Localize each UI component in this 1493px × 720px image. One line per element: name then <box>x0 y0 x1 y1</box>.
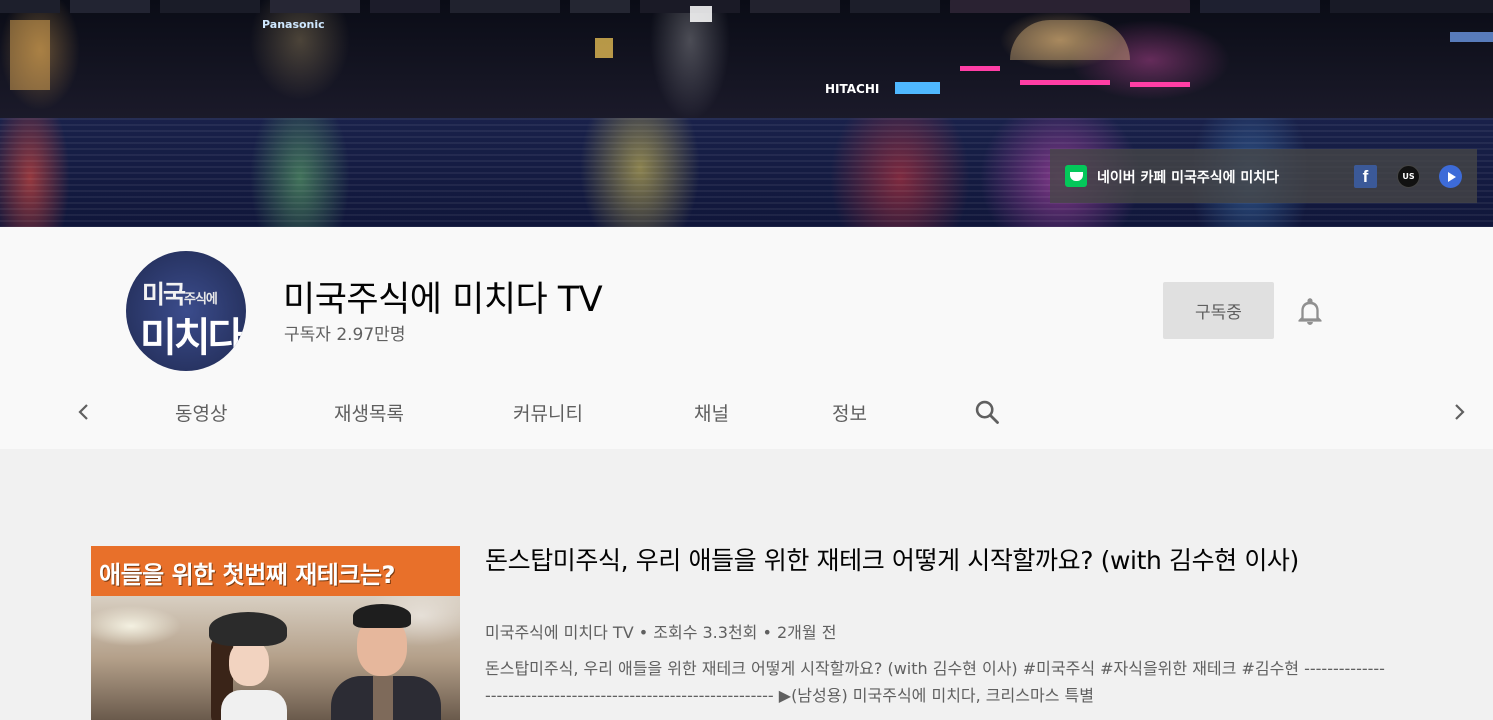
tab-about[interactable]: 정보 <box>832 399 867 426</box>
channel-tabs: 동영상 재생목록 커뮤니티 채널 정보 <box>0 387 1493 437</box>
panasonic-sign: Panasonic <box>262 18 325 31</box>
search-icon[interactable] <box>970 395 1004 429</box>
featured-video-meta: 미국주식에 미치다 TV • 조회수 3.3천회 • 2개월 전 <box>485 623 837 642</box>
banner-skyline: Panasonic HITACHI <box>0 0 1493 120</box>
tabs-right-arrow-icon[interactable] <box>1444 397 1474 427</box>
subscriber-count: 구독자 2.97만명 <box>284 325 406 345</box>
tab-channels[interactable]: 채널 <box>694 399 729 426</box>
tab-playlists[interactable]: 재생목록 <box>334 399 404 426</box>
channel-name: 미국주식에 미치다 TV <box>283 280 603 320</box>
naver-cafe-icon[interactable] <box>1065 165 1087 187</box>
notification-bell-icon[interactable] <box>1292 293 1328 329</box>
facebook-icon[interactable]: f <box>1354 165 1377 188</box>
avatar-text-bottom: 미치다 <box>140 315 244 361</box>
featured-video-description: 돈스탑미주식, 우리 애들을 위한 재테크 어떻게 시작할까요? (with 김… <box>485 659 1385 705</box>
hitachi-sign: HITACHI <box>825 82 880 96</box>
tab-community[interactable]: 커뮤니티 <box>513 399 583 426</box>
us-stock-icon[interactable]: US <box>1397 165 1420 188</box>
channel-banner: Panasonic HITACHI 네이버 카페 미국주식에 미치다 f US <box>0 0 1493 227</box>
thumbnail-banner: 애들을 위한 첫번째 재테크는? <box>91 546 460 596</box>
naver-cafe-link[interactable]: 네이버 카페 미국주식에 미치다 <box>1097 167 1279 187</box>
thumbnail-scene <box>91 596 460 720</box>
channel-header: 미국주식에 미치다 미국주식에 미치다 TV 구독자 2.97만명 구독중 동영… <box>0 227 1493 449</box>
channel-avatar[interactable]: 미국주식에 미치다 <box>126 251 246 371</box>
banner-links: 네이버 카페 미국주식에 미치다 f US <box>1050 149 1477 203</box>
thumbnail-man <box>331 596 441 720</box>
tabs-left-arrow-icon[interactable] <box>69 397 99 427</box>
thumbnail-text: 애들을 위한 첫번째 재테크는? <box>99 561 395 589</box>
play-icon[interactable] <box>1439 165 1462 188</box>
featured-video-title[interactable]: 돈스탑미주식, 우리 애들을 위한 재테크 어떻게 시작할까요? (with 김… <box>485 544 1305 578</box>
tab-videos[interactable]: 동영상 <box>175 399 227 426</box>
subscribed-button[interactable]: 구독중 <box>1163 282 1274 339</box>
thumbnail-woman <box>201 606 291 720</box>
featured-video-thumbnail[interactable]: 애들을 위한 첫번째 재테크는? <box>91 546 460 720</box>
